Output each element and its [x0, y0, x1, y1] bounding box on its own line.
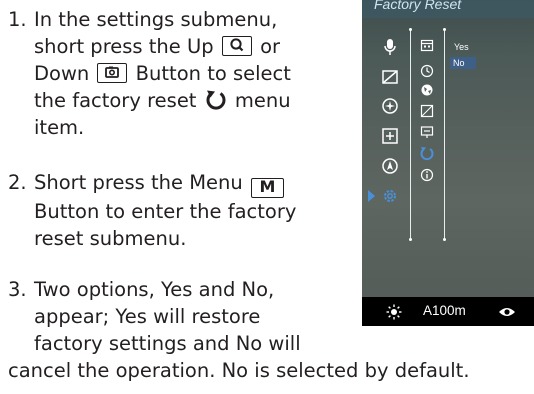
- display-off-icon: [382, 70, 398, 84]
- step-text: reset submenu.: [34, 227, 187, 250]
- menu-divider: [410, 30, 411, 240]
- range-readout: A100m: [423, 303, 466, 318]
- option-yes: Yes: [454, 42, 469, 52]
- step-text: cancel the operation. No is selected by …: [8, 359, 470, 382]
- divider-dot: [443, 28, 446, 31]
- monitor-icon: [420, 126, 434, 138]
- step-text: appear; Yes will restore: [34, 305, 261, 328]
- step-text: factory settings and No will: [34, 332, 301, 355]
- screen-header: Factory Reset: [362, 0, 534, 18]
- settings-gear-icon: [384, 190, 396, 202]
- step-text: Button to select: [135, 62, 291, 85]
- target-icon: [382, 98, 398, 114]
- manual-page: 1. In the settings submenu, short press …: [0, 0, 534, 394]
- globe-icon: [421, 84, 433, 96]
- step-number: 1.: [8, 8, 27, 31]
- menu-button-key: M: [250, 178, 284, 198]
- step-number: 3.: [8, 278, 27, 301]
- compass-icon: [382, 158, 398, 174]
- option-no-selected: No: [450, 57, 476, 69]
- step-text: Down: [34, 62, 90, 85]
- step-text: the factory reset: [34, 89, 197, 112]
- microphone-icon: [384, 39, 396, 55]
- clock-icon: [420, 64, 434, 78]
- submenu-divider: [444, 30, 445, 240]
- step-1: 1. In the settings submenu, short press …: [0, 6, 360, 146]
- screen-title: Factory Reset: [374, 0, 462, 12]
- sun-icon: [386, 304, 402, 320]
- step-number: 2.: [8, 171, 27, 194]
- step-text: Short press the Menu: [34, 171, 243, 194]
- magnifier-icon: [230, 38, 244, 52]
- factory-reset-icon: [420, 147, 434, 161]
- selection-arrow-icon: [368, 190, 375, 202]
- eye-icon: [499, 308, 515, 316]
- plus-box-icon: [382, 128, 398, 144]
- divider-dot: [443, 238, 446, 241]
- step-text: Button to enter the factory: [34, 200, 297, 223]
- brightness-box-icon: [420, 104, 434, 118]
- calendar-icon: [420, 39, 434, 52]
- step-text: Two options, Yes and No,: [34, 278, 275, 301]
- reset-arrow-icon: [206, 90, 226, 110]
- info-icon: [420, 168, 434, 182]
- step-text: short press the Up: [34, 35, 214, 58]
- down-button-key: [97, 63, 128, 83]
- divider-dot: [409, 28, 412, 31]
- divider-dot: [409, 238, 412, 241]
- step-2: 2. Short press the Menu M Button to ente…: [0, 169, 360, 253]
- step-text: menu: [234, 89, 291, 112]
- step-text: item.: [34, 116, 85, 139]
- device-screen: Factory Reset Yes No A100m: [362, 0, 534, 326]
- step-text: In the settings submenu,: [34, 8, 278, 31]
- camera-icon: [105, 66, 120, 78]
- step-text: or: [260, 35, 281, 58]
- up-button-key: [221, 36, 252, 56]
- status-bar: A100m: [362, 297, 534, 326]
